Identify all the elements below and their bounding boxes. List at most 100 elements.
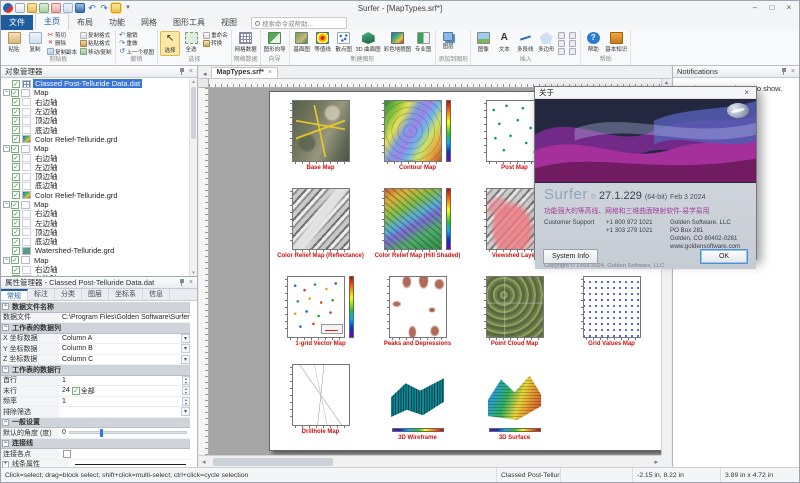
- property-row[interactable]: Z 坐标数据 Column C ✓ ▾ ▴▾: [1, 355, 190, 366]
- expander-icon[interactable]: [3, 145, 10, 152]
- section-expander-icon[interactable]: −: [2, 324, 9, 331]
- property-row[interactable]: Y 坐标数据 Column B ✓ ▾ ▴▾: [1, 344, 190, 355]
- quick-access-icon[interactable]: [51, 3, 61, 13]
- section-expander-icon[interactable]: −: [2, 440, 9, 447]
- scroll-up-icon[interactable]: ▴: [190, 79, 197, 85]
- expander-icon[interactable]: [3, 257, 10, 264]
- tree-scrollbar[interactable]: ▴ ▾: [189, 79, 197, 276]
- visibility-checkbox[interactable]: ✓: [12, 191, 20, 199]
- tree-item[interactable]: ✓ Map: [1, 144, 189, 153]
- pin-icon[interactable]: [781, 68, 787, 76]
- all-rows-checkbox[interactable]: ✓全部: [72, 386, 95, 396]
- map-thumbnail[interactable]: Color Relief Map (Hill Shaded): [369, 183, 466, 271]
- tab-scroll-left-icon[interactable]: ◂: [201, 70, 209, 78]
- property-value[interactable]: 1 ✓ ▾ ▴▾: [59, 397, 190, 407]
- expander-icon[interactable]: [3, 89, 10, 96]
- ribbon-button[interactable]: [557, 39, 567, 47]
- quick-access-icon[interactable]: [39, 3, 49, 13]
- property-tab[interactable]: 图层: [82, 289, 109, 300]
- document-horizontal-scrollbar[interactable]: ◂ ▸: [199, 455, 661, 467]
- property-row[interactable]: − 工作表的数据行 ✓ ▾ ▴▾: [1, 365, 190, 376]
- ok-button[interactable]: OK: [700, 249, 748, 264]
- property-tab[interactable]: 分类: [55, 289, 82, 300]
- tree-item[interactable]: ✓ Map: [1, 256, 189, 265]
- quick-access-icon[interactable]: [111, 3, 121, 13]
- map-thumbnail[interactable]: Drillhole Map: [272, 359, 369, 447]
- visibility-checkbox[interactable]: ✓: [12, 173, 20, 181]
- tree-item[interactable]: ✓ 右边轴: [1, 98, 189, 107]
- ribbon-button[interactable]: 图像: [473, 31, 493, 56]
- tree-item[interactable]: ✓ Color Relief-Telluride.grd: [1, 135, 189, 144]
- property-row[interactable]: 频率 1 ✓ ▾ ▴▾: [1, 397, 190, 408]
- ribbon-button[interactable]: 剪切: [46, 31, 78, 39]
- tree-item[interactable]: ✓ 底边轴: [1, 237, 189, 246]
- pin-icon[interactable]: [179, 279, 185, 287]
- ribbon-tab[interactable]: 图形工具: [165, 15, 213, 30]
- ribbon-button[interactable]: 多段线: [515, 31, 535, 56]
- tree-item[interactable]: ✓ Map: [1, 200, 189, 209]
- dropdown-arrow-icon[interactable]: ▾: [181, 334, 190, 343]
- quick-access-icon[interactable]: [63, 3, 73, 13]
- quick-access-icon[interactable]: [27, 3, 37, 13]
- ribbon-tab[interactable]: 视图: [213, 15, 245, 30]
- close-icon[interactable]: ×: [189, 279, 193, 287]
- ribbon-button[interactable]: 复制格式: [79, 31, 113, 39]
- visibility-checkbox[interactable]: ✓: [12, 266, 20, 274]
- visibility-checkbox[interactable]: ✓: [12, 219, 20, 227]
- dialog-close-icon[interactable]: ×: [741, 88, 752, 97]
- property-row[interactable]: 末行 24 ✓全部 ▾ ▴▾: [1, 386, 190, 397]
- visibility-checkbox[interactable]: ✓: [12, 126, 20, 134]
- tree-item[interactable]: ✓ Classed Post-Telluride Data.dat: [1, 79, 189, 88]
- property-tab[interactable]: 常规: [1, 289, 28, 300]
- quick-access-icon[interactable]: [15, 3, 25, 13]
- ribbon-button[interactable]: 多边形: [536, 31, 556, 56]
- ribbon-button[interactable]: 帮助: [583, 31, 603, 56]
- ribbon-tab[interactable]: 布局: [69, 15, 101, 30]
- map-thumbnail[interactable]: Point Cloud Map: [466, 271, 563, 359]
- property-value[interactable]: ✓ ▾ ▴▾: [68, 460, 190, 468]
- maximize-button[interactable]: □: [764, 2, 780, 14]
- tree-item[interactable]: ✓ 顶边轴: [1, 228, 189, 237]
- ribbon-button[interactable]: 撤销: [118, 31, 156, 39]
- ribbon-button[interactable]: 复制副本: [46, 48, 78, 56]
- visibility-checkbox[interactable]: ✓: [12, 98, 20, 106]
- visibility-checkbox[interactable]: ✓: [12, 228, 20, 236]
- tree-item[interactable]: ✓ 底边轴: [1, 181, 189, 190]
- spinner-control[interactable]: ▴▾: [182, 397, 190, 406]
- property-tab[interactable]: 信息: [143, 289, 170, 300]
- ribbon-button[interactable]: [568, 39, 578, 47]
- command-search-box[interactable]: 搜索命令或帮助...: [251, 17, 347, 29]
- ribbon-button[interactable]: 等值线: [313, 31, 333, 56]
- property-value[interactable]: C:\Program Files\Golden Software\Surfer\…: [59, 313, 190, 323]
- property-row[interactable]: 连接各点 ✓ ▾ ▴▾: [1, 449, 190, 460]
- ribbon-button[interactable]: 上一个视图: [118, 48, 156, 56]
- section-expander-icon[interactable]: −: [2, 366, 9, 373]
- ribbon-button[interactable]: 粘贴格式: [79, 39, 113, 47]
- property-value[interactable]: 1 ✓ ▾ ▴▾: [59, 376, 190, 386]
- tree-item[interactable]: ✓ 右边轴: [1, 209, 189, 218]
- ribbon-button[interactable]: 选择: [160, 31, 180, 56]
- ribbon-button[interactable]: 基本知识: [604, 31, 628, 56]
- map-thumbnail[interactable]: Grid Values Map: [563, 271, 660, 359]
- visibility-checkbox[interactable]: ✓: [12, 135, 20, 143]
- map-thumbnail[interactable]: Color Relief Map (Reflectance): [272, 183, 369, 271]
- visibility-checkbox[interactable]: ✓: [12, 238, 20, 246]
- section-expander-icon[interactable]: −: [2, 419, 9, 426]
- ribbon-button[interactable]: 粘贴: [4, 31, 24, 56]
- map-thumbnail[interactable]: Contour Map: [369, 95, 466, 183]
- document-tab[interactable]: MapTypes.srf* ×: [211, 67, 278, 78]
- visibility-checkbox[interactable]: ✓: [11, 201, 19, 209]
- tree-item[interactable]: ✓ 顶边轴: [1, 116, 189, 125]
- property-tab[interactable]: 坐标系: [109, 289, 143, 300]
- ribbon-tab[interactable]: 主页: [35, 13, 69, 30]
- visibility-checkbox[interactable]: ✓: [12, 80, 20, 88]
- dropdown-arrow-icon[interactable]: ▾: [181, 407, 190, 416]
- visibility-checkbox[interactable]: ✓: [12, 210, 20, 218]
- visibility-checkbox[interactable]: ✓: [12, 247, 20, 255]
- ribbon-tab[interactable]: 网格: [133, 15, 165, 30]
- quick-access-icon[interactable]: ↷: [99, 3, 109, 13]
- map-thumbnail[interactable]: Base Map: [272, 95, 369, 183]
- ribbon-button[interactable]: [568, 48, 578, 56]
- system-info-button[interactable]: System Info: [543, 249, 598, 264]
- ribbon-button[interactable]: 散点图: [334, 31, 354, 56]
